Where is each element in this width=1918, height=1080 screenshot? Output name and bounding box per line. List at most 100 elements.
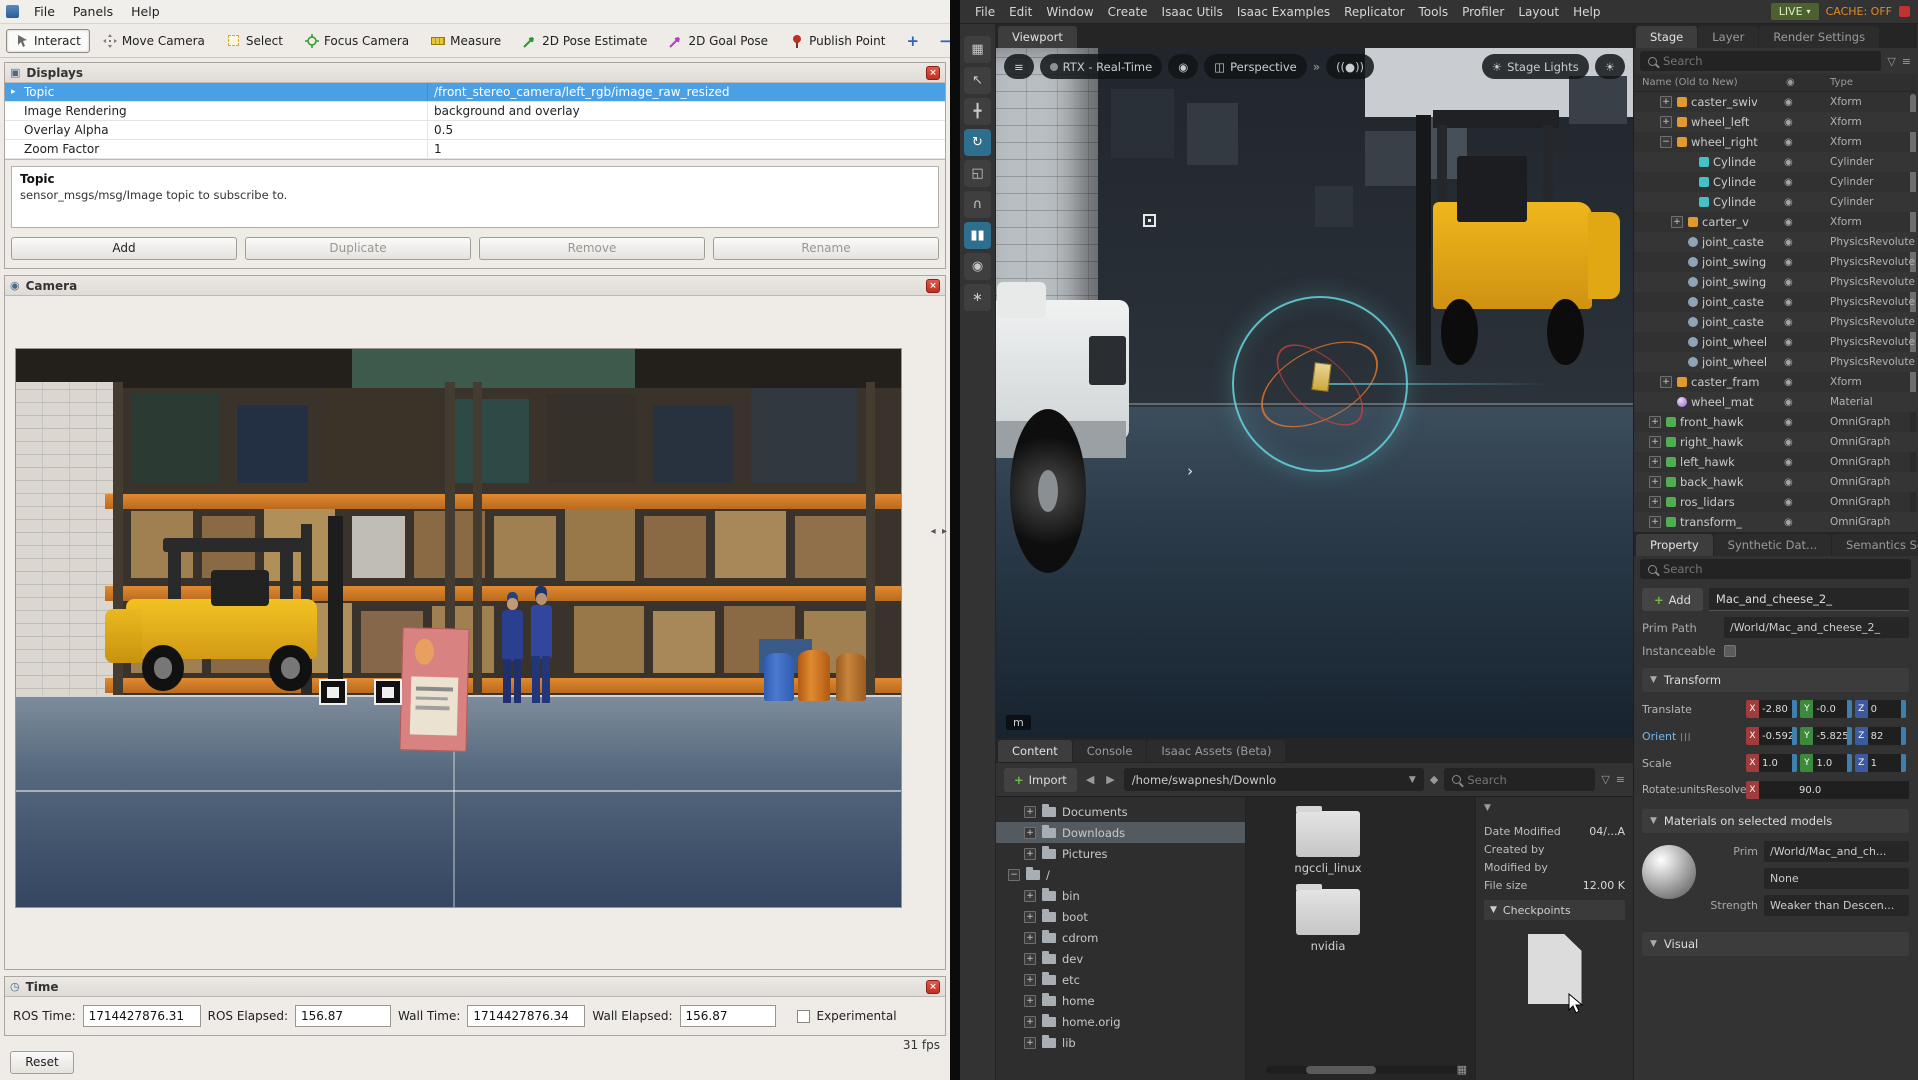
interact-tool-button[interactable]: Interact — [6, 29, 90, 53]
content-tree-row[interactable]: + cdrom — [996, 927, 1245, 948]
value-lock-icon[interactable] — [1847, 754, 1852, 772]
expander-icon[interactable]: + — [1649, 476, 1661, 488]
content-tree-row[interactable]: + Downloads — [996, 822, 1245, 843]
expander-icon[interactable]: + — [1024, 953, 1036, 965]
ros-elapsed-input[interactable] — [295, 1005, 391, 1027]
content-search-field[interactable] — [1444, 768, 1595, 791]
eye-icon[interactable]: ◉ — [1784, 217, 1793, 228]
value-lock-icon[interactable] — [1792, 754, 1797, 772]
menu-item[interactable]: Layout — [1511, 3, 1566, 21]
materials-section-header[interactable]: ▼ Materials on selected models — [1642, 809, 1909, 833]
time-panel-titlebar[interactable]: ◷ Time × — [5, 977, 945, 997]
filter-icon[interactable]: ▽ — [1601, 773, 1609, 786]
eye-icon[interactable]: ◉ — [1784, 517, 1793, 528]
type-column-header[interactable]: Type — [1830, 77, 1853, 88]
camera-panel-titlebar[interactable]: ◉ Camera × — [5, 276, 945, 296]
expander-icon[interactable]: + — [1649, 436, 1661, 448]
tab-content[interactable]: Content — [998, 740, 1072, 762]
stage-tree-row[interactable]: − wheel_right ◉ Xform — [1634, 132, 1917, 152]
transform-section-header[interactable]: ▼ Transform — [1642, 668, 1909, 692]
expander-icon[interactable]: + — [1671, 216, 1683, 228]
capture-tool-button[interactable]: ◉ — [964, 253, 991, 280]
menu-item[interactable]: Window — [1039, 3, 1100, 21]
goal-pose-tool-button[interactable]: 2D Goal Pose — [660, 29, 777, 53]
checkpoints-header[interactable]: ▼ Checkpoints — [1484, 900, 1625, 920]
eye-icon[interactable]: ◉ — [1784, 457, 1793, 468]
snap-tool-button[interactable]: ∩ — [964, 191, 991, 218]
displays-action-button[interactable]: Remove — [479, 237, 705, 260]
focus-camera-tool-button[interactable]: Focus Camera — [296, 29, 418, 53]
light-toggle-button[interactable]: ☀ — [1595, 54, 1625, 79]
live-sync-button[interactable]: LIVE ▾ — [1771, 3, 1819, 20]
ros-time-input[interactable] — [83, 1005, 201, 1027]
expander-icon[interactable]: + — [1024, 995, 1036, 1007]
stage-tree-row[interactable]: joint_swing ◉ PhysicsRevolute... — [1634, 272, 1917, 292]
expander-icon[interactable]: + — [1024, 806, 1036, 818]
scale-x-input[interactable]: 1.0 — [1759, 754, 1792, 772]
close-icon[interactable]: × — [926, 980, 940, 994]
eye-icon[interactable]: ◉ — [1784, 317, 1793, 328]
select-tool-button[interactable]: Select — [218, 29, 292, 53]
prim-name-field[interactable]: Mac_and_cheese_2_ — [1709, 588, 1909, 611]
expander-icon[interactable]: + — [1660, 96, 1672, 108]
stage-tree-row[interactable]: + carter_v ◉ Xform — [1634, 212, 1917, 232]
eye-icon[interactable]: ◉ — [1784, 137, 1793, 148]
content-tree-row[interactable]: + dev — [996, 948, 1245, 969]
add-property-button[interactable]: + Add — [1642, 588, 1703, 611]
experimental-checkbox[interactable] — [797, 1010, 810, 1023]
viewport-options-button[interactable]: ≡ — [1004, 54, 1034, 79]
prim-path-field[interactable]: /World/Mac_and_cheese_2_ — [1724, 617, 1909, 638]
menu-item[interactable]: Help — [1566, 3, 1607, 21]
eye-icon[interactable]: ◉ — [1784, 397, 1793, 408]
publish-point-tool-button[interactable]: Publish Point — [781, 29, 894, 53]
stage-tree-row[interactable]: joint_caste ◉ PhysicsRevolute... — [1634, 232, 1917, 252]
move-tool-button[interactable]: ╋ — [964, 98, 991, 125]
expander-icon[interactable]: + — [1024, 1037, 1036, 1049]
select-tool-button[interactable]: ↖ — [964, 67, 991, 94]
stage-tree-row[interactable]: joint_wheel ◉ PhysicsRevolute... — [1634, 352, 1917, 372]
expander-icon[interactable]: + — [1024, 911, 1036, 923]
displays-panel-titlebar[interactable]: ▣ Displays × — [5, 63, 945, 83]
stage-tree-row[interactable]: + right_hawk ◉ OmniGraph — [1634, 432, 1917, 452]
menu-item[interactable]: Tools — [1412, 3, 1456, 21]
expander-icon[interactable]: + — [1024, 827, 1036, 839]
eye-icon[interactable]: ◉ — [1784, 157, 1793, 168]
stage-tree-row[interactable]: + wheel_left ◉ Xform — [1634, 112, 1917, 132]
tab-render-settings[interactable]: Render Settings — [1759, 26, 1879, 48]
menu-item[interactable]: Create — [1101, 3, 1155, 21]
capture-button[interactable]: ((●)) — [1326, 54, 1374, 79]
eye-icon[interactable]: ◉ — [1784, 237, 1793, 248]
value-lock-icon[interactable] — [1901, 700, 1906, 718]
stage-lights-selector[interactable]: ☀ Stage Lights — [1482, 54, 1589, 79]
instanceable-checkbox[interactable] — [1724, 645, 1736, 657]
content-tree-row[interactable]: + home — [996, 990, 1245, 1011]
eye-icon[interactable]: ◉ — [1784, 257, 1793, 268]
material-prim-field[interactable]: /World/Mac_and_ch... — [1764, 841, 1909, 862]
eye-icon[interactable]: ◉ — [1784, 197, 1793, 208]
horizontal-scrollbar[interactable] — [1266, 1066, 1466, 1074]
display-property-row[interactable]: Zoom Factor 1 — [5, 140, 945, 159]
move-camera-tool-button[interactable]: Move Camera — [94, 29, 214, 53]
content-tree-row[interactable]: + Pictures — [996, 843, 1245, 864]
orient-y-input[interactable]: -5.825 — [1813, 727, 1846, 745]
menu-item[interactable]: Profiler — [1455, 3, 1511, 21]
property-search-field[interactable] — [1640, 559, 1911, 579]
material-none-field[interactable]: None — [1764, 868, 1909, 889]
expander-icon[interactable]: + — [1649, 456, 1661, 468]
content-tree-row[interactable]: + etc — [996, 969, 1245, 990]
menu-item[interactable]: Edit — [1002, 3, 1039, 21]
filter-icon[interactable]: ▽ — [1887, 55, 1895, 68]
stage-tree-row[interactable]: + caster_swiv ◉ Xform — [1634, 92, 1917, 112]
stage-tree-row[interactable]: + front_hawk ◉ OmniGraph — [1634, 412, 1917, 432]
expander-icon[interactable]: + — [1649, 416, 1661, 428]
eye-icon[interactable]: ◉ — [1784, 417, 1793, 428]
tab-viewport[interactable]: Viewport — [998, 26, 1077, 48]
rotate-tool-button[interactable]: ↻ — [964, 129, 991, 156]
expander-icon[interactable]: + — [1024, 974, 1036, 986]
orient-x-input[interactable]: -0.592 — [1759, 727, 1792, 745]
content-tree-row[interactable]: + home.orig — [996, 1011, 1245, 1032]
measure-tool-button[interactable]: Measure — [422, 29, 510, 53]
display-property-row[interactable]: Image Rendering background and overlay — [5, 102, 945, 121]
content-tree-row[interactable]: + bin — [996, 885, 1245, 906]
stage-tree-row[interactable]: joint_caste ◉ PhysicsRevolute... — [1634, 312, 1917, 332]
